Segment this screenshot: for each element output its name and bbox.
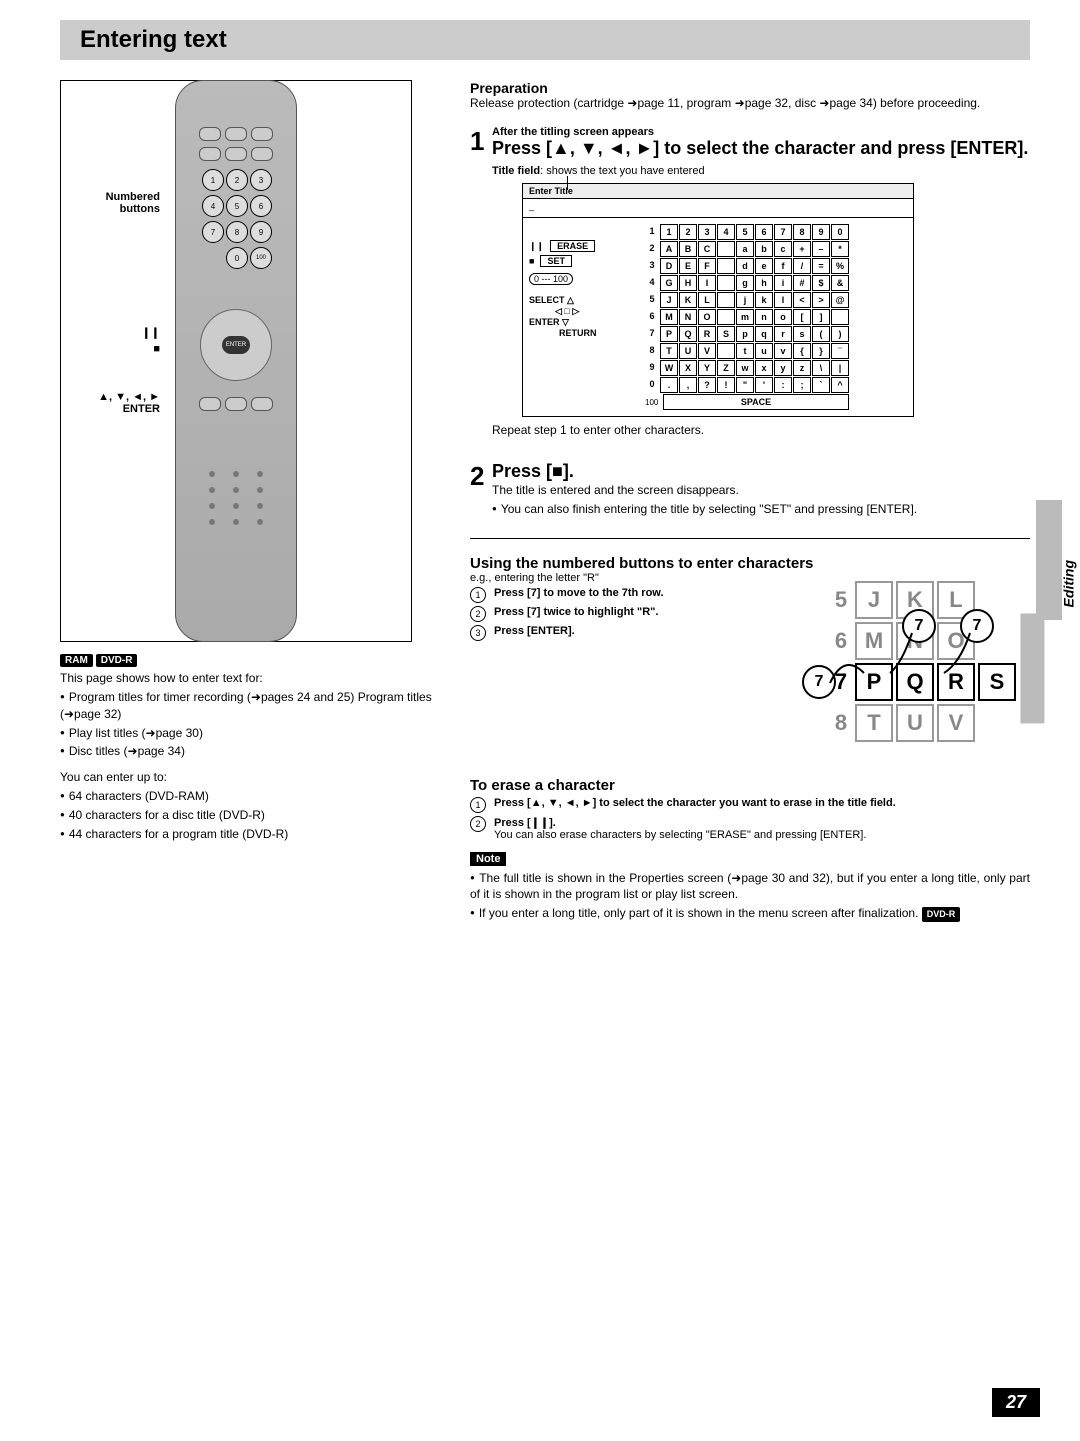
title-field-text: : shows the text you have entered [540,165,705,177]
num-9[interactable]: 9 [250,221,272,243]
limits-intro: You can enter up to: [60,770,440,784]
num-8[interactable]: 8 [226,221,248,243]
space-button[interactable]: SPACE [663,394,849,410]
num-4[interactable]: 4 [202,195,224,217]
callout-dpad: ▲, ▼, ◄, ► ENTER [65,391,160,415]
using-step-1: Press [7] to move to the 7th row. [494,587,664,599]
note-b1: The full title is shown in the Propertie… [470,870,1030,904]
set-button[interactable]: SET [540,255,572,267]
num-3[interactable]: 3 [250,169,272,191]
num-1[interactable]: 1 [202,169,224,191]
select-label: SELECT △ [529,295,639,306]
prep-heading: Preparation [470,80,1030,96]
badge-ram: RAM [60,654,93,667]
enter-label: ENTER [529,317,560,327]
step-1-num: 1 [470,126,492,438]
callout-pause: ❙❙ [65,326,160,339]
erase-step-1-num: 1 [470,797,486,813]
num-2[interactable]: 2 [226,169,248,191]
intro-bullets: Program titles for timer recording (➜pag… [60,689,440,760]
step-2-l1: The title is entered and the screen disa… [492,483,1030,497]
num-5[interactable]: 5 [226,195,248,217]
step-1-repeat: Repeat step 1 to enter other characters. [492,423,1030,437]
using-heading: Using the numbered buttons to enter char… [470,555,1030,572]
step-1-sub: After the titling screen appears [492,126,1030,138]
step-1-main: Press [▲, ▼, ◄, ►] to select the charact… [492,138,1030,160]
remote-figure: Numbered buttons ❙❙ ■ ▲, ▼, ◄, ► ENTER 1… [60,80,412,642]
space-row-num: 100 [645,394,663,410]
range-indicator: 0 --- 100 [529,273,573,285]
erase-step-2b: You can also erase characters by selecti… [494,829,866,841]
remote-body: 1 2 3 4 5 6 7 8 9 0 100 ENTER [175,80,297,642]
callout-numbered: Numbered buttons [65,191,160,215]
enter-button[interactable]: ENTER [222,336,250,354]
page-title: Entering text [60,20,1030,60]
num-6[interactable]: 6 [250,195,272,217]
erase-step-1: Press [▲, ▼, ◄, ►] to select the charact… [494,797,896,809]
page-number: 27 [992,1388,1040,1417]
num-100[interactable]: 100 [250,247,272,269]
erase-button[interactable]: ERASE [550,240,595,252]
screen-header: Enter Title [523,184,913,199]
title-field-label: Title field [492,165,540,177]
prep-text: Release protection (cartridge ➜page 11, … [470,96,1030,112]
using-step-2: Press [7] twice to highlight "R". [494,606,658,618]
step-2-l2: You can also finish entering the title b… [492,501,1030,518]
side-tab: Editing [1060,560,1076,607]
pause-icon: ❙❙ [529,241,544,252]
num-7[interactable]: 7 [202,221,224,243]
side-tab-bg [1036,500,1062,620]
note-b2: If you enter a long title, only part of … [470,905,1030,922]
stop-icon: ■ [529,256,534,266]
step-2-num: 2 [470,461,492,521]
using-step-3: Press [ENTER]. [494,625,575,637]
char-entry-screen: Enter Title _ ❙❙ERASE ■SET 0 --- 100 [522,183,914,417]
step-2-main: Press [■]. [492,461,1030,483]
erase-step-2a: Press [❙❙]. [494,817,556,829]
intro-text: This page shows how to enter text for: [60,671,440,685]
dpad[interactable]: ENTER [200,309,272,381]
erase-step-2-num: 2 [470,816,486,832]
numbered-buttons: 1 2 3 4 5 6 7 8 9 0 100 [202,169,270,269]
using-step-1-num: 1 [470,587,486,603]
callout-stop: ■ [65,343,160,355]
note-badge: Note [470,852,506,866]
return-label: RETURN [559,328,639,338]
limits-bullets: 64 characters (DVD-RAM) 40 characters fo… [60,788,440,842]
num-0[interactable]: 0 [226,247,248,269]
example-figure: 5JKL6MNO7PQRS8TUV 7 7 7 [830,581,1030,742]
char-grid[interactable]: 112345678902ABCabc+–*3DEFdef/=%4GHIghi#$… [645,224,849,393]
erase-heading: To erase a character [470,777,1030,794]
badge-dvdr: DVD-R [96,654,138,667]
remote-dots [209,471,263,525]
using-step-2-num: 2 [470,606,486,622]
using-step-3-num: 3 [470,625,486,641]
